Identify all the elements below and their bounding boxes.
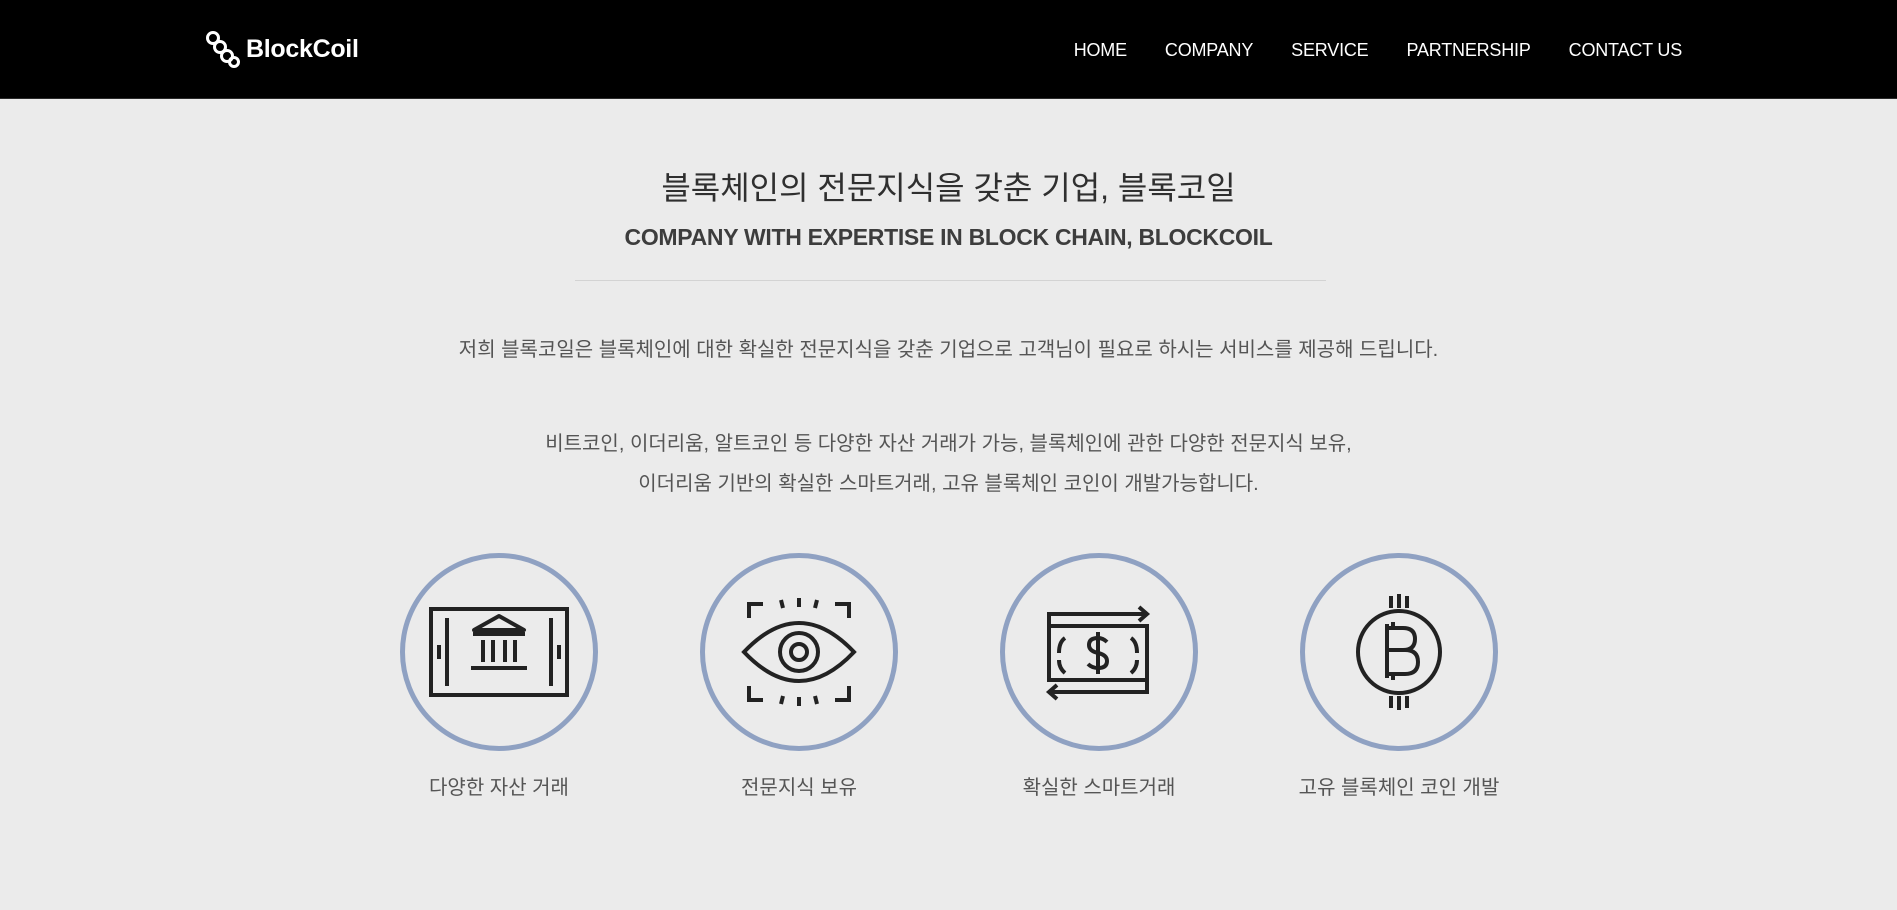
description-line-1: 비트코인, 이더리움, 알트코인 등 다양한 자산 거래가 가능, 블록체인에 … xyxy=(545,433,1352,455)
site-header: BlockCoil HOME COMPANY SERVICE PARTNERSH… xyxy=(0,0,1897,99)
feature-expertise: 전문지식 보유 xyxy=(699,553,899,800)
logo-text: BlockCoil xyxy=(246,34,359,63)
feature-asset-trading: 다양한 자산 거래 xyxy=(399,553,599,800)
feature-circle[interactable] xyxy=(700,553,898,751)
eye-scan-icon xyxy=(741,598,857,706)
main-nav: HOME COMPANY SERVICE PARTNERSHIP CONTACT… xyxy=(1074,38,1683,62)
description-text: 비트코인, 이더리움, 알트코인 등 다양한 자산 거래가 가능, 블록체인에 … xyxy=(0,424,1897,504)
intro-text: 저희 블록코일은 블록체인에 대한 확실한 전문지식을 갖춘 기업으로 고객님이… xyxy=(458,339,1439,361)
title-divider xyxy=(575,280,1326,281)
page-subtitle: COMPANY WITH EXPERTISE IN BLOCK CHAIN, B… xyxy=(624,224,1273,250)
nav-service[interactable]: SERVICE xyxy=(1291,38,1369,62)
money-exchange-icon xyxy=(1045,605,1151,701)
page-title: 블록체인의 전문지식을 갖춘 기업, 블록코일 xyxy=(661,170,1236,206)
feature-circle[interactable] xyxy=(1300,553,1498,751)
feature-smart-trade: 확실한 스마트거래 xyxy=(999,553,1199,800)
bitcoin-icon xyxy=(1356,594,1442,710)
bank-card-icon xyxy=(429,607,569,697)
nav-partnership[interactable]: PARTNERSHIP xyxy=(1406,38,1530,62)
nav-company[interactable]: COMPANY xyxy=(1165,38,1253,62)
description-line-2: 이더리움 기반의 확실한 스마트거래, 고유 블록체인 코인이 개발가능합니다. xyxy=(638,473,1259,495)
logo[interactable]: BlockCoil xyxy=(204,29,359,69)
feature-coin-development: 고유 블록체인 코인 개발 xyxy=(1299,553,1499,800)
feature-circle[interactable] xyxy=(1000,553,1198,751)
feature-label: 전문지식 보유 xyxy=(741,777,857,799)
feature-label: 다양한 자산 거래 xyxy=(429,777,569,799)
nav-contact-us[interactable]: CONTACT US xyxy=(1569,38,1683,62)
nav-home[interactable]: HOME xyxy=(1074,38,1127,62)
feature-label: 확실한 스마트거래 xyxy=(1022,777,1176,799)
feature-label: 고유 블록체인 코인 개발 xyxy=(1298,777,1500,799)
chain-logo-icon xyxy=(206,31,240,68)
feature-circle[interactable] xyxy=(400,553,598,751)
